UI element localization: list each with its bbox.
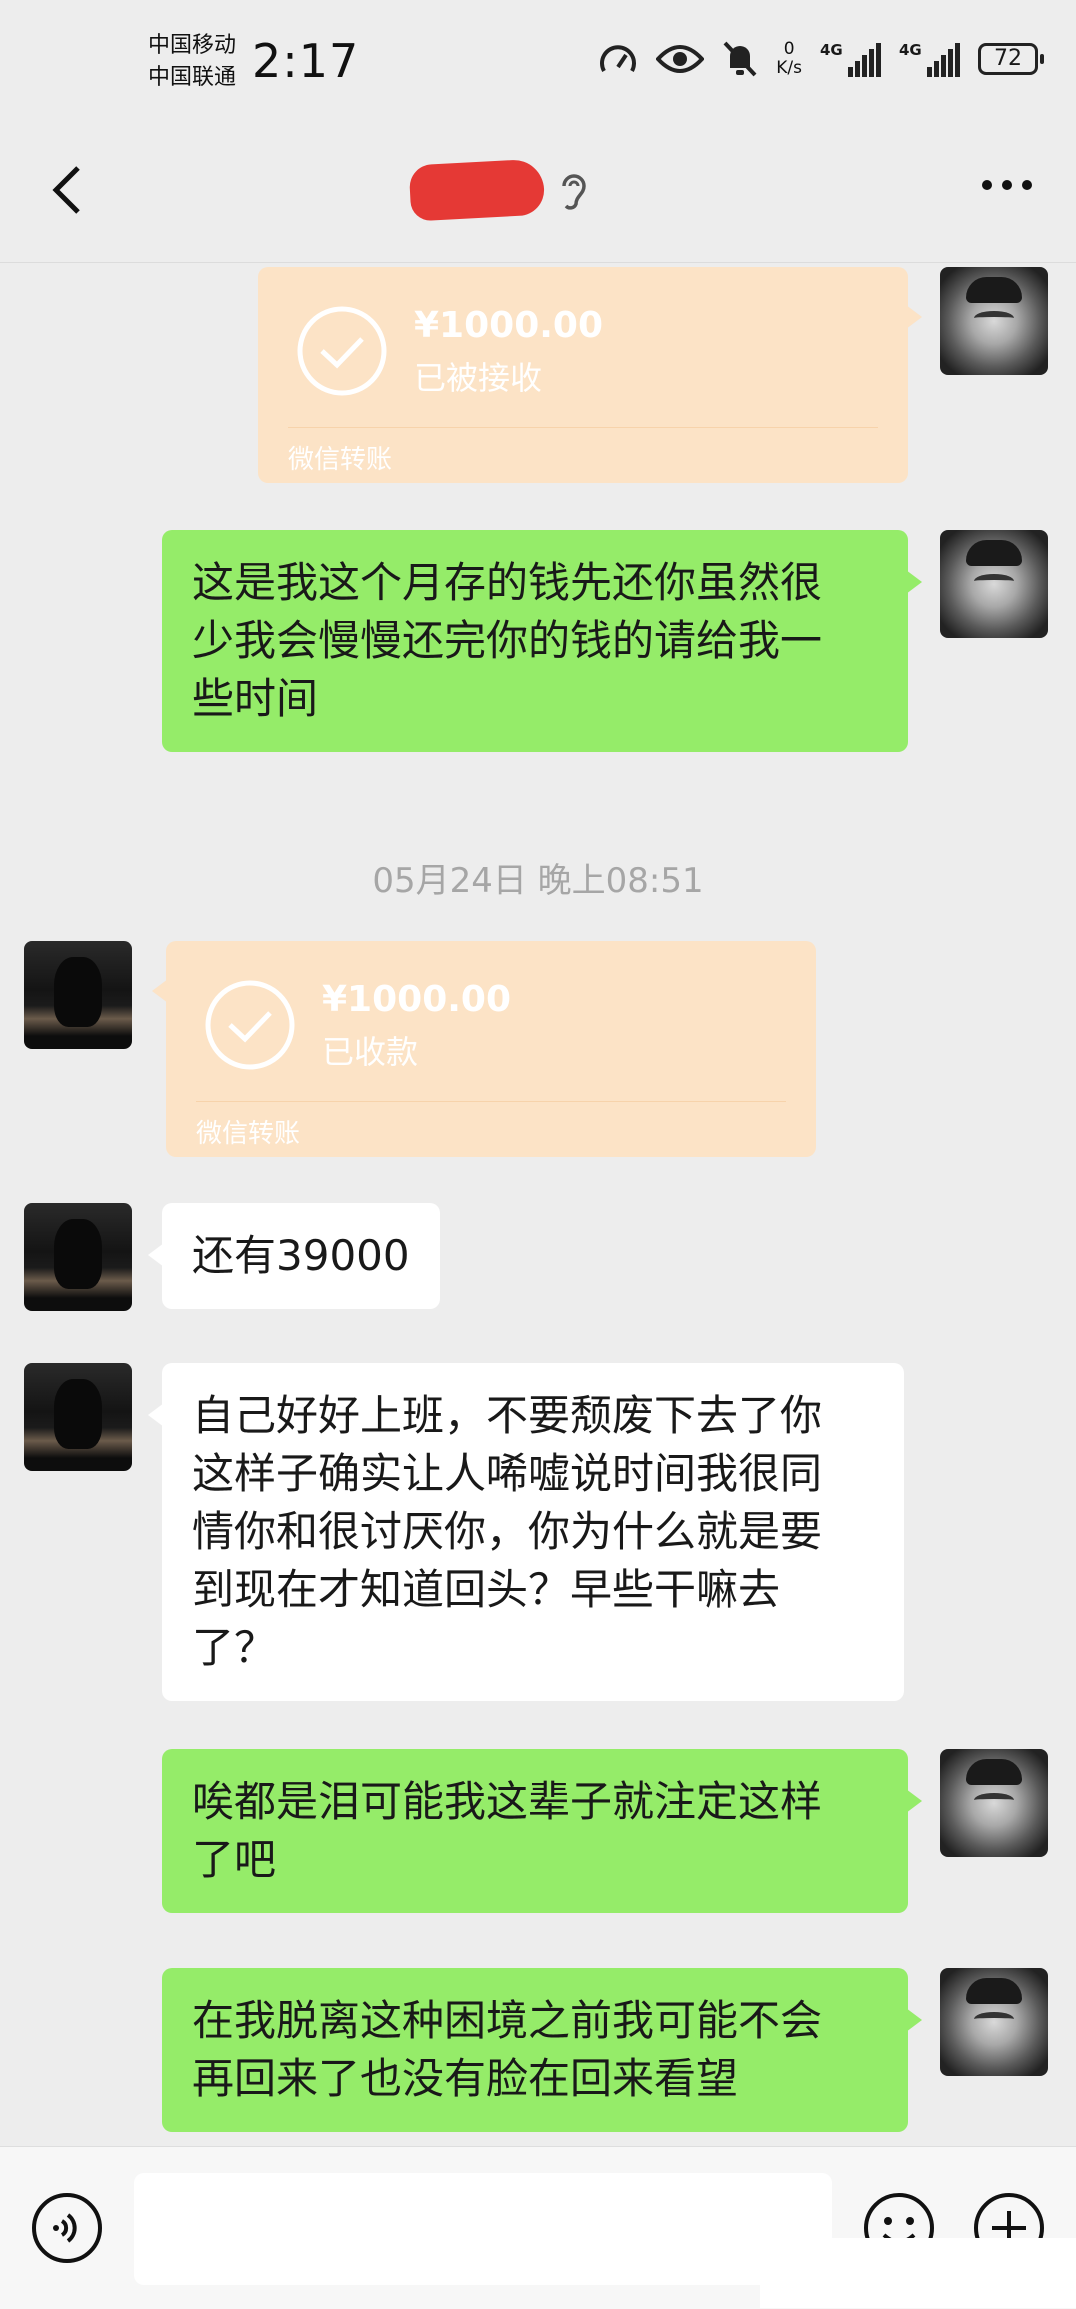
system-icons: 0 K/s 4G 4G 72: [598, 40, 1044, 78]
timestamp: 05月24日 晚上08:51: [372, 861, 704, 901]
mute-bell-icon: [723, 41, 757, 77]
message-bubble[interactable]: 唉都是泪可能我这辈子就注定这样 了吧: [162, 1749, 922, 1913]
status-bar: 中国移动 中国联通 2:17 0 K/s 4G 4G 72: [0, 0, 1076, 120]
carrier-2: 中国联通: [148, 65, 237, 90]
avatar[interactable]: [940, 1968, 1048, 2076]
transfer-card[interactable]: ¥1000.00 已收款 微信转账: [152, 941, 816, 1157]
message-line: 唉都是泪可能我这辈子就注定这样: [192, 1777, 823, 1826]
signal-2-label: 4G: [899, 41, 922, 59]
network-speed: 0 K/s: [776, 40, 802, 78]
check-circle-icon: [297, 306, 387, 396]
check-circle-icon: [205, 980, 295, 1070]
avatar[interactable]: [940, 267, 1048, 375]
back-icon[interactable]: [48, 160, 88, 220]
message-line: 了？: [192, 1623, 277, 1672]
message-line: 少我会慢慢还完你的钱的请给我一: [192, 616, 823, 665]
clock: 2:17: [252, 34, 360, 88]
divider: [196, 1101, 786, 1102]
divider: [288, 427, 878, 428]
message-bubble[interactable]: 这是我这个月存的钱先还你虽然很 少我会慢慢还完你的钱的请给我一 些时间: [162, 530, 922, 752]
carrier-info: 中国移动 中国联通: [148, 30, 236, 94]
speedometer-icon: [600, 45, 637, 72]
transfer-card[interactable]: ¥1000.00 已被接收 微信转账: [258, 267, 922, 483]
message-line: 这是我这个月存的钱先还你虽然很: [192, 558, 823, 607]
transfer-footer: 微信转账: [196, 1119, 301, 1149]
message-line: 再回来了也没有脸在回来看望: [192, 2054, 739, 2103]
net-speed-value: 0: [783, 39, 795, 59]
transfer-status: 已收款: [322, 1033, 419, 1071]
avatar[interactable]: [24, 1203, 132, 1311]
message-input[interactable]: [134, 2173, 832, 2285]
message-line: 这样子确实让人唏嘘说时间我很同: [192, 1449, 823, 1498]
battery-icon: 72: [978, 43, 1044, 75]
transfer-footer: 微信转账: [288, 445, 393, 475]
chat-header: [0, 120, 1076, 263]
carrier-1: 中国移动: [148, 33, 237, 58]
signal-2-icon: 4G: [899, 41, 960, 77]
signal-1-icon: 4G: [820, 41, 881, 77]
message-line: 还有39000: [192, 1231, 410, 1280]
message-line: 了吧: [192, 1835, 277, 1884]
eye-icon: [656, 45, 705, 73]
message-line: 自己好好上班，不要颓废下去了你: [192, 1391, 823, 1440]
message-line: 在我脱离这种困境之前我可能不会: [192, 1996, 823, 2045]
more-icon[interactable]: [982, 180, 1032, 190]
message-line: 些时间: [192, 674, 319, 723]
ear-icon: [562, 174, 586, 210]
transfer-amount: ¥1000.00: [322, 979, 512, 1020]
transfer-amount: ¥1000.00: [414, 305, 604, 346]
message-bubble[interactable]: 在我脱离这种困境之前我可能不会 再回来了也没有脸在回来看望: [162, 1968, 922, 2132]
avatar[interactable]: [940, 1749, 1048, 1857]
avatar[interactable]: [940, 530, 1048, 638]
message-line: 到现在才知道回头？早些干嘛去: [192, 1565, 781, 1614]
voice-icon[interactable]: [30, 2191, 104, 2265]
avatar[interactable]: [24, 1363, 132, 1471]
signal-1-label: 4G: [820, 41, 843, 59]
message-line: 情你和很讨厌你，你为什么就是要: [192, 1507, 823, 1556]
avatar[interactable]: [24, 941, 132, 1049]
net-speed-unit: K/s: [776, 58, 802, 78]
message-bubble[interactable]: 自己好好上班，不要颓废下去了你 这样子确实让人唏嘘说时间我很同 情你和很讨厌你，…: [148, 1363, 904, 1701]
overlay-mask: [760, 2238, 1076, 2308]
transfer-status: 已被接收: [414, 359, 543, 397]
contact-name-redacted: [408, 158, 546, 222]
message-bubble[interactable]: 还有39000: [148, 1203, 440, 1309]
message-list[interactable]: ¥1000.00 已被接收 微信转账 这是我这个月存的钱先还你虽然很 少我会慢慢…: [0, 263, 1076, 2146]
